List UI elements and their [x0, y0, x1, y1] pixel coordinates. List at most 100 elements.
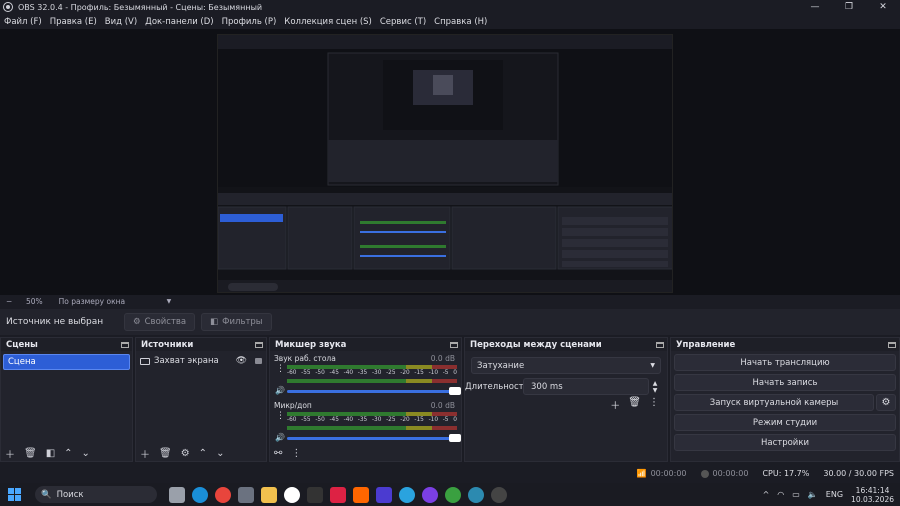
app-icon[interactable]	[330, 486, 346, 503]
menu-tools[interactable]: Сервис (T)	[380, 17, 426, 27]
scene-filter-icon[interactable]: ◧	[46, 448, 55, 459]
eye-icon[interactable]: 👁	[236, 356, 247, 366]
trash-icon[interactable]: 🗑	[24, 448, 37, 459]
meter-ticks: -60 -55 -50 -45 -40 -35 -30 -25 -20 -15 -10 -5 0	[287, 370, 457, 376]
properties-label: Свойства	[144, 317, 187, 327]
lock-icon[interactable]	[255, 358, 262, 364]
trash-icon[interactable]: 🗑	[159, 448, 172, 459]
gear-icon[interactable]: ⚙	[181, 448, 190, 459]
no-source-label: Источник не выбран	[6, 317, 104, 327]
gear-icon: ⚙	[133, 317, 141, 327]
link-icon[interactable]: ⚯	[274, 448, 282, 459]
undock-icon[interactable]	[888, 341, 896, 348]
settings-app-icon[interactable]	[238, 486, 254, 503]
stream-status: 📶 00:00:00	[636, 469, 687, 478]
chevron-up-icon[interactable]: ^	[763, 490, 770, 499]
trash-icon[interactable]: 🗑	[628, 397, 641, 412]
menu-profile[interactable]: Профиль (P)	[222, 17, 277, 27]
task-view-icon[interactable]	[169, 486, 185, 503]
app-icon[interactable]	[376, 486, 392, 503]
app-icon[interactable]	[353, 486, 369, 503]
close-button[interactable]: ✕	[866, 0, 900, 14]
speaker-icon[interactable]: 🔊	[275, 386, 285, 395]
settings-button[interactable]: Настройки	[674, 434, 896, 451]
record-status: 00:00:00	[700, 469, 748, 478]
undock-icon[interactable]	[656, 341, 664, 348]
virtual-camera-settings-button[interactable]: ⚙	[876, 394, 896, 411]
title-bar: OBS 32.0.4 - Профиль: Безымянный - Сцены…	[0, 0, 900, 14]
explorer-icon[interactable]	[261, 486, 277, 503]
windows-start-icon[interactable]	[8, 488, 21, 501]
channel-name: Звук раб. стола	[274, 354, 336, 363]
volume-slider[interactable]	[287, 434, 461, 442]
channel-menu-icon[interactable]: ⋮	[276, 412, 285, 421]
preview-canvas[interactable]	[217, 34, 673, 293]
filters-button[interactable]: ◧ Фильтры	[201, 313, 272, 331]
mixer-title: Микшер звука	[275, 339, 347, 350]
meter-ticks: -60 -55 -50 -45 -40 -35 -30 -25 -20 -15 -10 -5 0	[287, 417, 457, 423]
start-virtual-camera-button[interactable]: Запуск виртуальной камеры	[674, 394, 874, 411]
menu-scene-collection[interactable]: Коллекция сцен (S)	[284, 17, 372, 27]
start-streaming-button[interactable]: Начать трансляцию	[674, 354, 896, 371]
volume-slider-handle[interactable]	[449, 387, 461, 395]
speaker-icon[interactable]: 🔊	[275, 433, 285, 442]
add-scene-icon[interactable]: ＋	[5, 446, 15, 461]
start-recording-button[interactable]: Начать запись	[674, 374, 896, 391]
level-meter	[287, 412, 457, 416]
taskbar-search[interactable]: 🔍 Поиск	[35, 486, 157, 503]
chrome-icon[interactable]	[215, 486, 231, 503]
source-item[interactable]: Захват экрана 👁	[140, 354, 262, 368]
taskbar-clock[interactable]: 16:41:14 10.03.2026	[851, 486, 894, 504]
move-up-icon[interactable]: ⌃	[64, 448, 72, 459]
properties-button[interactable]: ⚙ Свойства	[124, 313, 196, 331]
menu-docks[interactable]: Док-панели (D)	[145, 17, 213, 27]
menu-file[interactable]: Файл (F)	[4, 17, 42, 27]
move-down-icon[interactable]: ⌄	[216, 448, 224, 459]
duration-label: Длительность	[465, 381, 529, 392]
add-source-icon[interactable]: ＋	[140, 446, 150, 461]
move-down-icon[interactable]: ⌄	[82, 448, 90, 459]
duration-spinner[interactable]: ▲ ▼	[649, 380, 661, 394]
app-icon[interactable]	[307, 486, 323, 503]
chevron-down-icon[interactable]: ▼	[167, 298, 172, 305]
signal-icon: 📶	[636, 469, 647, 478]
edge-icon[interactable]	[192, 486, 208, 503]
scene-item[interactable]: Сцена	[3, 354, 130, 370]
menu-view[interactable]: Вид (V)	[105, 17, 137, 27]
wifi-icon[interactable]: ◠	[777, 490, 784, 499]
menu-edit[interactable]: Правка (E)	[50, 17, 97, 27]
transition-select[interactable]: Затухание ▼	[471, 357, 661, 374]
mixer-menu-icon[interactable]: ⋮	[291, 448, 301, 459]
studio-mode-button[interactable]: Режим студии	[674, 414, 896, 431]
app-icon[interactable]	[468, 486, 484, 503]
language-indicator[interactable]: ENG	[826, 490, 843, 499]
preview-zoom-bar: − 50% По размеру окна ▼	[0, 295, 900, 307]
volume-icon[interactable]: 🔈	[808, 490, 818, 499]
zoom-mode-select[interactable]: По размеру окна	[59, 297, 167, 306]
telegram-icon[interactable]	[399, 486, 415, 503]
add-transition-icon[interactable]: ＋	[610, 397, 620, 412]
app-icon[interactable]	[445, 486, 461, 503]
undock-icon[interactable]	[121, 341, 129, 348]
volume-slider-handle[interactable]	[449, 434, 461, 442]
undock-icon[interactable]	[255, 341, 263, 348]
status-bar: 📶 00:00:00 00:00:00 CPU: 17.7% 30.00 / 30…	[0, 464, 900, 483]
volume-slider[interactable]	[287, 387, 461, 395]
channel-menu-icon[interactable]: ⋮	[276, 365, 285, 374]
battery-icon[interactable]: ▭	[792, 490, 800, 499]
monitor-icon	[140, 357, 150, 365]
yandex-icon[interactable]	[284, 486, 300, 503]
maximize-button[interactable]: ❐	[832, 0, 866, 14]
menu-bar: Файл (F) Правка (E) Вид (V) Док-панели (…	[0, 14, 900, 29]
minimize-button[interactable]: —	[798, 0, 832, 14]
move-up-icon[interactable]: ⌃	[199, 448, 207, 459]
menu-help[interactable]: Справка (H)	[434, 17, 487, 27]
app-icon[interactable]	[422, 486, 438, 503]
zoom-out-button[interactable]: −	[6, 297, 16, 306]
undock-icon[interactable]	[450, 341, 458, 348]
cpu-usage: CPU: 17.7%	[762, 469, 810, 478]
mixer-channel-mic: Микр/доп 0.0 dB ⋮ -60 -55 -50 -45 -40 -35 -30-…	[270, 398, 461, 445]
duration-input[interactable]: 300 ms	[523, 378, 649, 395]
transition-menu-icon[interactable]: ⋮	[649, 397, 659, 412]
obs-taskbar-icon[interactable]	[491, 486, 507, 503]
